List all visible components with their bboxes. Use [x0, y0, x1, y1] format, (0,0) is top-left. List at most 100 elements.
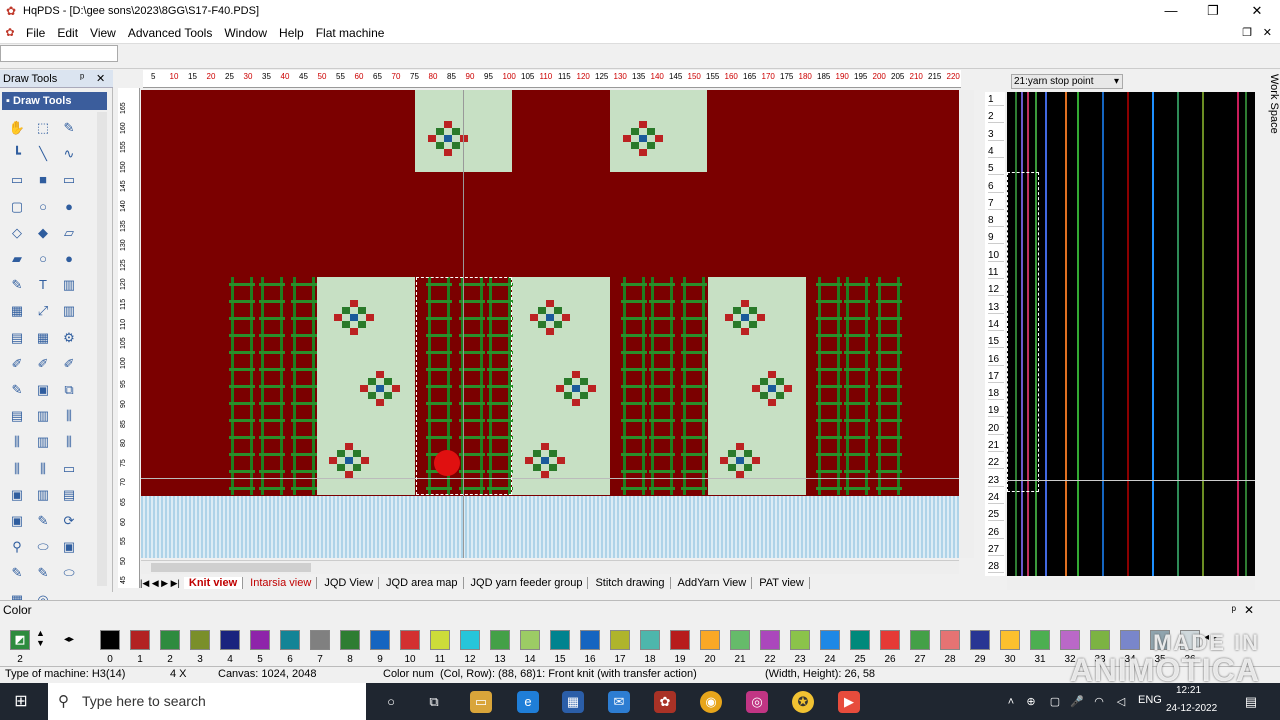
color-swatch[interactable] [460, 630, 480, 650]
draw-tool-icon[interactable]: ▭ [59, 459, 79, 479]
color-nav-arrows[interactable]: ◂▸ [64, 634, 74, 645]
color-swatch[interactable] [520, 630, 540, 650]
app-menu-icon[interactable]: ✿ [0, 26, 20, 39]
close-button[interactable]: ✕ [1236, 0, 1278, 22]
draw-tool-icon[interactable]: ┗ [7, 144, 27, 164]
tab-jqd-view[interactable]: JQD View [319, 577, 380, 589]
tab-pat-view[interactable]: PAT view [754, 577, 810, 589]
draw-tool-icon[interactable]: ✎ [7, 563, 27, 583]
color-swatch[interactable] [430, 630, 450, 650]
color-swatch[interactable] [100, 630, 120, 650]
current-color-swatch[interactable]: ◩ [10, 630, 30, 650]
color-pin-icon[interactable]: ᵖ [1231, 601, 1236, 619]
menu-window[interactable]: Window [218, 26, 273, 40]
draw-tool-icon[interactable]: ⫼ [59, 406, 79, 426]
color-swatch[interactable] [820, 630, 840, 650]
menu-edit[interactable]: Edit [51, 26, 84, 40]
draw-tool-icon[interactable]: ⧉ [59, 380, 79, 400]
draw-tool-icon[interactable]: ▭ [59, 170, 79, 190]
draw-tool-icon[interactable]: ✋ [7, 118, 27, 138]
color-swatch[interactable] [640, 630, 660, 650]
draw-tool-icon[interactable]: ∿ [59, 144, 79, 164]
color-swatch[interactable] [550, 630, 570, 650]
menu-file[interactable]: File [20, 26, 51, 40]
draw-tool-icon[interactable]: ○ [33, 197, 53, 217]
color-swatch[interactable] [490, 630, 510, 650]
draw-tool-icon[interactable]: ▣ [7, 511, 27, 531]
mdi-close-icon[interactable]: ✕ [1263, 26, 1272, 39]
color-swatch[interactable] [880, 630, 900, 650]
tab-jqd-yarn-feeder-group[interactable]: JQD yarn feeder group [466, 577, 589, 589]
draw-tool-icon[interactable]: ▦ [33, 328, 53, 348]
draw-tool-icon[interactable]: ○ [33, 249, 53, 269]
pin-icon[interactable]: ᵖ [80, 72, 84, 84]
draw-tool-icon[interactable]: ◆ [33, 223, 53, 243]
color-swatch[interactable] [940, 630, 960, 650]
restore-button[interactable]: ❐ [1192, 0, 1234, 22]
color-swatch[interactable] [970, 630, 990, 650]
draw-tool-icon[interactable]: ▣ [7, 485, 27, 505]
draw-tool-icon[interactable]: ● [59, 197, 79, 217]
recorder-icon[interactable]: ▶ [838, 691, 860, 713]
color-stepper[interactable]: ▲ ▼ [36, 628, 45, 648]
color-swatch[interactable] [310, 630, 330, 650]
chrome-icon[interactable]: ◉ [700, 691, 722, 713]
color-swatch[interactable] [400, 630, 420, 650]
task-view-icon[interactable]: ⧉ [423, 691, 445, 713]
draw-tool-icon[interactable]: ▭ [7, 170, 27, 190]
panel-close-icon[interactable]: ✕ [96, 72, 105, 85]
draw-tool-icon[interactable]: ▣ [33, 380, 53, 400]
color-swatch[interactable] [700, 630, 720, 650]
draw-tool-icon[interactable]: ▢ [7, 197, 27, 217]
draw-tools-section[interactable]: ▪ Draw Tools [2, 92, 107, 110]
app-icon-yellow[interactable]: ✪ [792, 691, 814, 713]
tray-chevron-icon[interactable]: ˄ [1000, 691, 1022, 713]
draw-tool-icon[interactable]: ▣ [59, 537, 79, 557]
draw-tool-icon[interactable]: ▰ [7, 249, 27, 269]
color-swatch[interactable] [670, 630, 690, 650]
draw-tool-icon[interactable]: T [33, 275, 53, 295]
draw-tool-icon[interactable]: ✎ [7, 275, 27, 295]
tab-stitch-drawing[interactable]: Stitch drawing [590, 577, 671, 589]
draw-tool-icon[interactable]: ✐ [33, 354, 53, 374]
draw-tool-icon[interactable]: ⫼ [33, 459, 53, 479]
color-close-icon[interactable]: ✕ [1244, 601, 1254, 619]
draw-tools-scrollbar[interactable] [97, 112, 107, 586]
menu-view[interactable]: View [84, 26, 122, 40]
menu-help[interactable]: Help [273, 26, 310, 40]
draw-tool-icon[interactable]: ✎ [7, 380, 27, 400]
edge-icon[interactable]: e [517, 691, 539, 713]
yarn-canvas[interactable] [1007, 92, 1255, 576]
color-swatch[interactable] [280, 630, 300, 650]
canvas-vertical-scrollbar[interactable] [960, 90, 974, 558]
draw-tool-icon[interactable]: ✎ [59, 118, 79, 138]
color-swatch[interactable] [760, 630, 780, 650]
store-icon[interactable]: ▦ [562, 691, 584, 713]
draw-tool-icon[interactable]: ▥ [59, 301, 79, 321]
color-swatch[interactable] [1000, 630, 1020, 650]
scroll-thumb[interactable] [151, 563, 311, 572]
draw-tool-icon[interactable]: ⚙ [59, 328, 79, 348]
cortana-icon[interactable]: ○ [380, 691, 402, 713]
work-space-tab[interactable]: Work Space [1260, 74, 1280, 194]
draw-tool-icon[interactable]: ⫼ [59, 432, 79, 452]
draw-tool-icon[interactable]: ▱ [59, 223, 79, 243]
draw-tool-icon[interactable]: ⤢ [33, 301, 53, 321]
toolbar-combo[interactable] [0, 45, 118, 62]
draw-tool-icon[interactable]: ⬭ [59, 563, 79, 583]
color-swatch[interactable] [190, 630, 210, 650]
draw-tool-icon[interactable]: ⚲ [7, 537, 27, 557]
draw-tool-icon[interactable]: ✐ [7, 354, 27, 374]
file-explorer-icon[interactable]: ▭ [470, 691, 492, 713]
color-swatch[interactable] [370, 630, 390, 650]
draw-tool-icon[interactable]: ▤ [7, 406, 27, 426]
menu-flat-machine[interactable]: Flat machine [310, 26, 391, 40]
draw-tool-icon[interactable]: ⫼ [7, 459, 27, 479]
draw-tool-icon[interactable]: ⬭ [33, 537, 53, 557]
mdi-restore-icon[interactable]: ❐ [1242, 26, 1252, 39]
draw-tool-icon[interactable]: ▥ [59, 275, 79, 295]
color-swatch[interactable] [730, 630, 750, 650]
draw-tool-icon[interactable]: ● [59, 249, 79, 269]
selection-rect[interactable] [416, 277, 512, 495]
hqpds-taskbar-icon[interactable]: ✿ [654, 691, 676, 713]
